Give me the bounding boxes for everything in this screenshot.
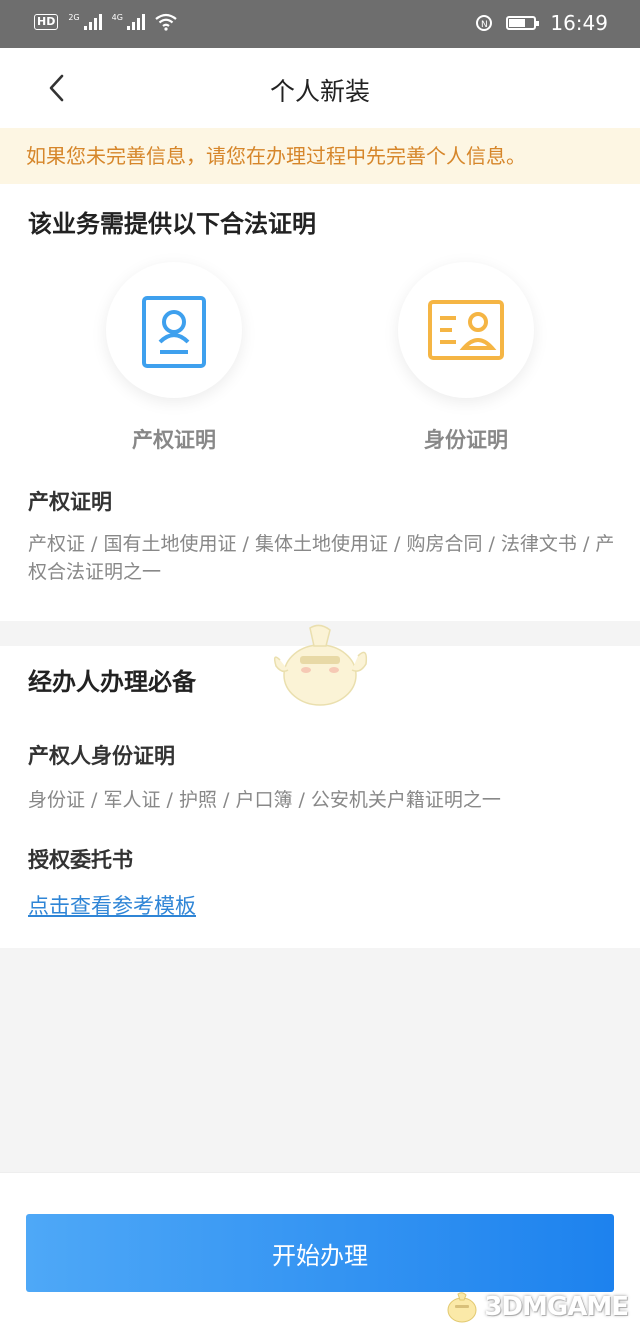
proof-card: 该业务需提供以下合法证明 产权证明 身份证明 产权证明 产权证 / 国有土地使用… (0, 184, 640, 621)
network-type-2: 4G (111, 13, 123, 22)
watermark-text: 3DMGAME (484, 1292, 629, 1322)
doc-label-identity: 身份证明 (424, 428, 508, 452)
hd-voice-icon: HD (34, 14, 59, 30)
property-icon-circle (106, 262, 242, 398)
authorization-title: 授权委托书 (28, 848, 133, 872)
property-proof-title: 产权证明 (28, 490, 112, 514)
template-link[interactable]: 点击查看参考模板 (28, 890, 196, 920)
nfc-icon: N (476, 15, 493, 31)
signal-icon-2 (126, 14, 145, 30)
watermark: 3DMGAME (444, 1290, 629, 1324)
notice-banner: 如果您未完善信息，请您在办理过程中先完善个人信息。 (0, 128, 640, 184)
signal-icon (83, 14, 102, 30)
nav-bar: 个人新装 (0, 48, 640, 128)
mascot-sticker (273, 624, 368, 706)
network-type-1: 2G (68, 13, 80, 22)
status-bar: HD 2G 4G N 16:49 (0, 0, 640, 48)
owner-id-desc: 身份证 / 军人证 / 护照 / 户口簿 / 公安机关户籍证明之一 (28, 789, 501, 811)
status-time: 16:49 (550, 11, 608, 35)
wifi-icon (155, 13, 177, 31)
identity-icon-circle (398, 262, 534, 398)
page-title: 个人新装 (269, 77, 370, 106)
status-right: N 16:49 (476, 11, 608, 35)
doc-label-property: 产权证明 (132, 428, 216, 452)
owner-id-title: 产权人身份证明 (28, 744, 175, 768)
property-certificate-icon (142, 296, 206, 368)
proof-section-title: 该业务需提供以下合法证明 (28, 210, 316, 238)
battery-icon (506, 16, 540, 30)
status-left: HD 2G 4G (34, 13, 177, 31)
watermark-mascot-icon (447, 1292, 477, 1323)
id-card-icon (428, 300, 504, 360)
doc-item-identity[interactable]: 身份证明 (396, 262, 536, 454)
start-button[interactable]: 开始办理 (26, 1214, 614, 1292)
doc-item-property[interactable]: 产权证明 (104, 262, 244, 454)
property-proof-desc: 产权证 / 国有土地使用证 / 集体土地使用证 / 购房合同 / 法律文书 / … (28, 533, 615, 583)
agent-section-title: 经办人办理必备 (28, 668, 196, 696)
